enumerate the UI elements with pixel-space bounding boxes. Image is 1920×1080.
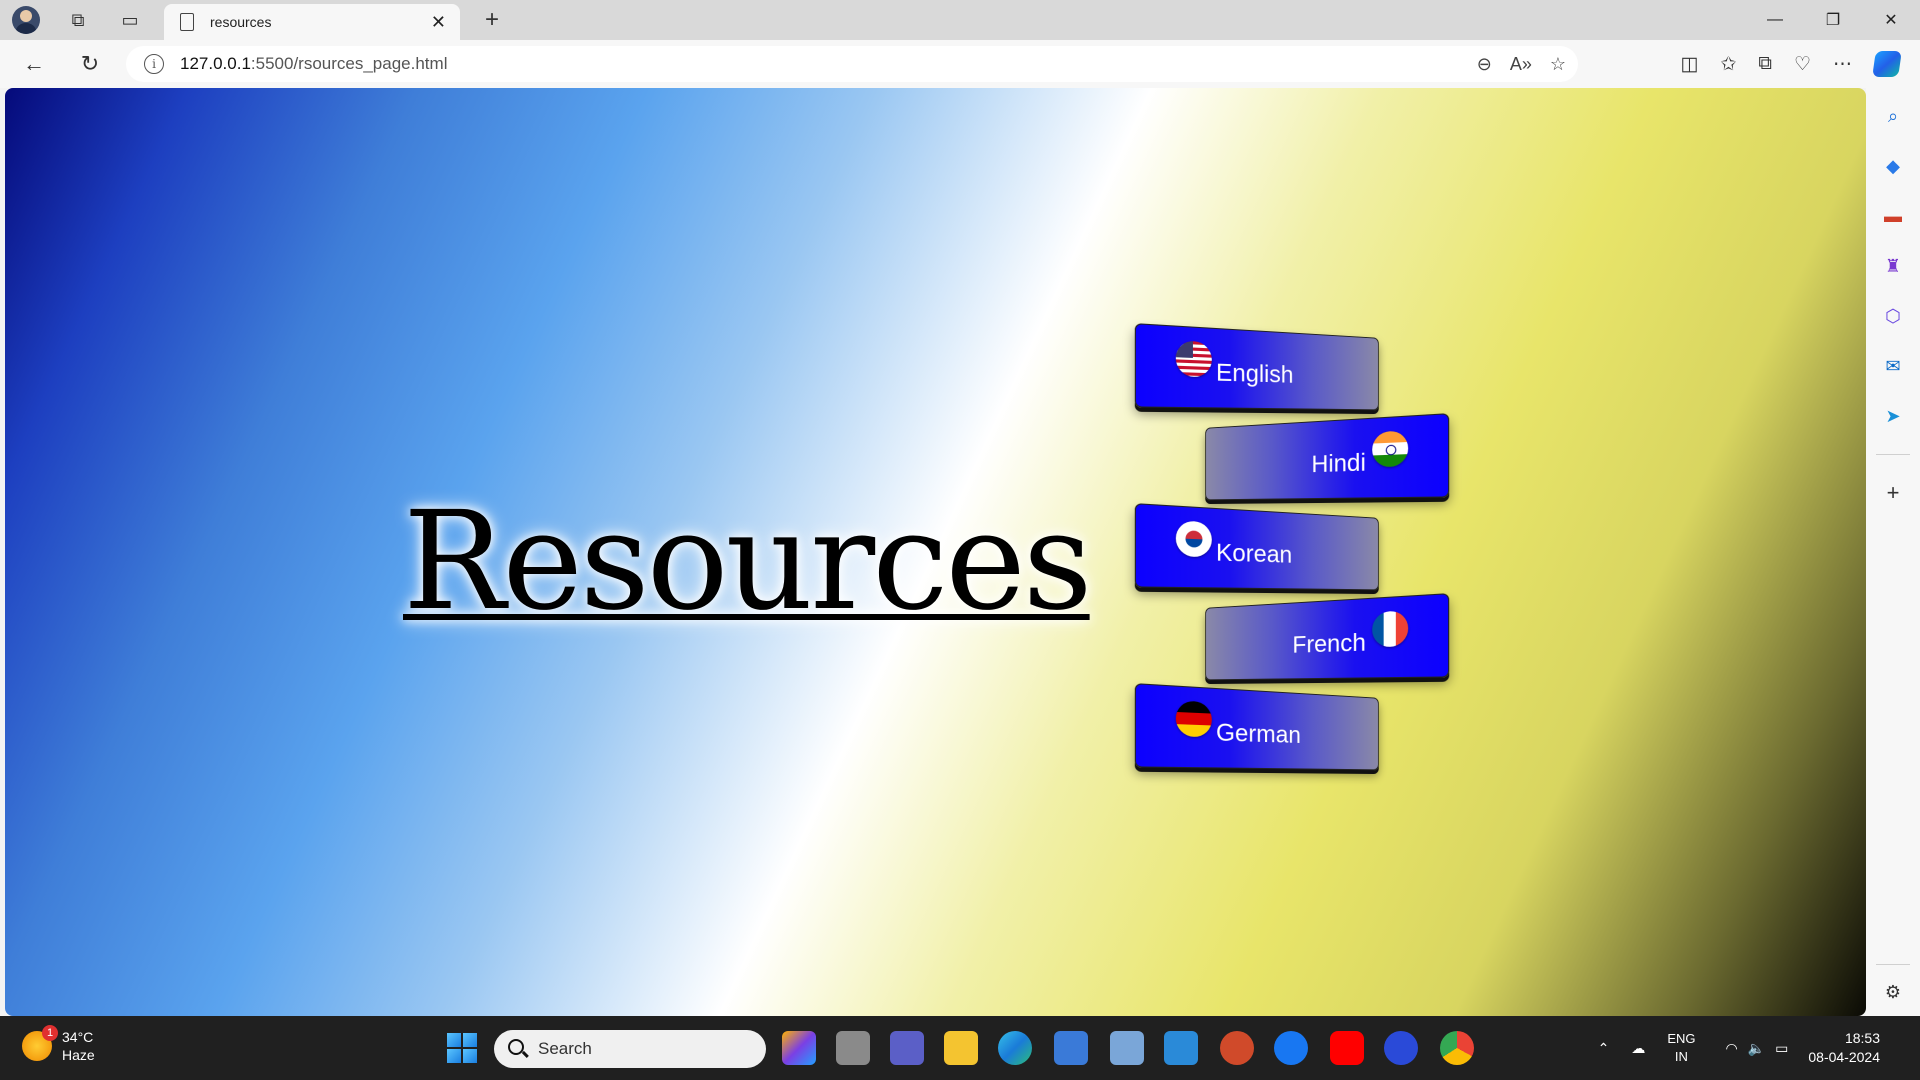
korea-flag-icon	[1175, 520, 1212, 558]
url-actions: ⊖ A» ☆	[1477, 46, 1566, 82]
sidebar-divider	[1876, 454, 1910, 455]
lang-line2: IN	[1674, 1049, 1688, 1064]
language-button-french[interactable]: French	[1205, 593, 1450, 681]
site-info-icon[interactable]: i	[144, 54, 164, 74]
france-flag-icon	[1372, 610, 1409, 648]
games-icon[interactable]: ♜	[1881, 254, 1905, 278]
sidebar-divider	[1876, 964, 1910, 965]
notification-badge: 1	[42, 1025, 58, 1041]
weather-desc: Haze	[62, 1047, 95, 1063]
url-input[interactable]: i 127.0.0.1:5500/rsources_page.html ⊖ A»…	[126, 46, 1578, 82]
search-icon	[508, 1039, 524, 1055]
browser-sidebar: ⌕ ◆ ▬ ♜ ⬡ ✉ ➤ + ⚙	[1866, 88, 1920, 1016]
back-button[interactable]: ←	[16, 48, 52, 80]
url-path: :5500/rsources_page.html	[250, 54, 448, 73]
webex-icon[interactable]	[1384, 1031, 1418, 1065]
taskbar: 1 34°C Haze Search ⌃ ☁ ENG IN ◠ 🔈 ▭ 18:5…	[0, 1016, 1920, 1080]
taskbar-search[interactable]: Search	[494, 1030, 766, 1068]
language-button-hindi[interactable]: Hindi	[1205, 413, 1450, 501]
more-options-icon[interactable]: ⋯	[1833, 53, 1852, 76]
file-explorer-icon[interactable]	[944, 1031, 978, 1065]
vscode-icon[interactable]	[1164, 1031, 1198, 1065]
microsoft365-icon[interactable]: ⬡	[1881, 304, 1905, 328]
favorites-icon[interactable]: ✩	[1720, 53, 1736, 76]
tools-icon[interactable]: ▬	[1881, 204, 1905, 228]
clock-time: 18:53	[1844, 1030, 1880, 1046]
page-content: Resources English Hindi Korean French Ge…	[5, 88, 1866, 1016]
profile-button[interactable]	[0, 0, 52, 40]
language-label: German	[1215, 718, 1301, 749]
avatar	[12, 6, 40, 34]
split-screen-icon[interactable]: ◫	[1681, 53, 1699, 76]
lang-line1: ENG	[1667, 1031, 1696, 1046]
india-flag-icon	[1372, 430, 1409, 468]
weather-widget[interactable]: 1 34°C Haze	[22, 1025, 95, 1064]
clock[interactable]: 18:53 08-04-2024	[1808, 1029, 1880, 1067]
input-language[interactable]: ENG IN	[1667, 1030, 1695, 1066]
language-label: Hindi	[1311, 449, 1366, 479]
copilot-app-icon[interactable]	[782, 1031, 816, 1065]
toolbar-right: ◫ ✩ ⧉ ♡ ⋯	[1681, 48, 1902, 80]
tab-actions-icon[interactable]: ▭	[104, 0, 156, 40]
address-toolbar: ← ↻ i 127.0.0.1:5500/rsources_page.html …	[0, 40, 1920, 88]
restore-button[interactable]: ❐	[1804, 0, 1862, 40]
refresh-button[interactable]: ↻	[72, 48, 108, 80]
facebook-icon[interactable]	[1274, 1031, 1308, 1065]
us-flag-icon	[1175, 340, 1212, 378]
language-button-german[interactable]: German	[1134, 683, 1379, 771]
task-view-icon[interactable]	[836, 1031, 870, 1065]
clock-date: 08-04-2024	[1808, 1049, 1880, 1065]
search-placeholder: Search	[538, 1039, 592, 1058]
search-icon[interactable]: ⌕	[1881, 104, 1905, 128]
start-button[interactable]	[447, 1033, 477, 1063]
language-label: French	[1292, 629, 1366, 659]
window-controls: — ❐ ✕	[1746, 0, 1920, 40]
outlook-icon[interactable]: ✉	[1881, 354, 1905, 378]
close-tab-icon[interactable]: ✕	[431, 12, 446, 33]
tab-title: resources	[210, 14, 272, 30]
zoom-out-icon[interactable]: ⊖	[1477, 54, 1492, 75]
language-label: Korean	[1215, 538, 1293, 569]
onedrive-cloud-icon[interactable]: ☁	[1631, 1040, 1645, 1057]
system-tray: ⌃ ☁ ENG IN ◠ 🔈 ▭ 18:53 08-04-2024	[1598, 1016, 1920, 1080]
germany-flag-icon	[1175, 700, 1212, 738]
edge-icon[interactable]	[998, 1031, 1032, 1065]
weather-sun-icon: 1	[22, 1025, 58, 1061]
chevron-up-icon[interactable]: ⌃	[1598, 1040, 1610, 1057]
browser-titlebar: ⧉ ▭ resources ✕ + — ❐ ✕	[0, 0, 1920, 40]
battery-icon[interactable]: ▭	[1775, 1040, 1788, 1057]
favorite-star-icon[interactable]: ☆	[1550, 54, 1566, 75]
wifi-icon[interactable]: ◠	[1725, 1040, 1737, 1057]
tab-resources[interactable]: resources ✕	[164, 4, 460, 40]
store-icon[interactable]	[1054, 1031, 1088, 1065]
send-icon[interactable]: ➤	[1881, 404, 1905, 428]
new-tab-button[interactable]: +	[476, 4, 508, 36]
read-aloud-icon[interactable]: A»	[1510, 54, 1532, 75]
page-title: Resources	[403, 483, 1093, 641]
titlebar-left: ⧉ ▭	[0, 0, 156, 40]
workspaces-icon[interactable]: ⧉	[52, 0, 104, 40]
copilot-icon[interactable]	[1872, 51, 1902, 77]
powerpoint-icon[interactable]	[1220, 1031, 1254, 1065]
volume-icon[interactable]: 🔈	[1748, 1040, 1765, 1057]
collections-icon[interactable]: ⧉	[1758, 53, 1772, 75]
chrome-icon[interactable]	[1440, 1031, 1474, 1065]
shopping-tag-icon[interactable]: ◆	[1881, 154, 1905, 178]
photos-icon[interactable]	[1110, 1031, 1144, 1065]
url-host: 127.0.0.1	[180, 54, 251, 73]
teams-icon[interactable]	[890, 1031, 924, 1065]
browser-essentials-icon[interactable]: ♡	[1794, 53, 1811, 76]
language-label: English	[1215, 358, 1294, 389]
settings-gear-icon[interactable]: ⚙	[1881, 980, 1905, 1004]
weather-temp: 34°C	[62, 1029, 94, 1045]
language-button-korean[interactable]: Korean	[1134, 503, 1379, 591]
close-window-button[interactable]: ✕	[1862, 0, 1920, 40]
document-icon	[180, 13, 194, 31]
language-button-english[interactable]: English	[1134, 323, 1379, 411]
add-icon[interactable]: +	[1881, 480, 1905, 505]
youtube-icon[interactable]	[1330, 1031, 1364, 1065]
minimize-button[interactable]: —	[1746, 0, 1804, 40]
